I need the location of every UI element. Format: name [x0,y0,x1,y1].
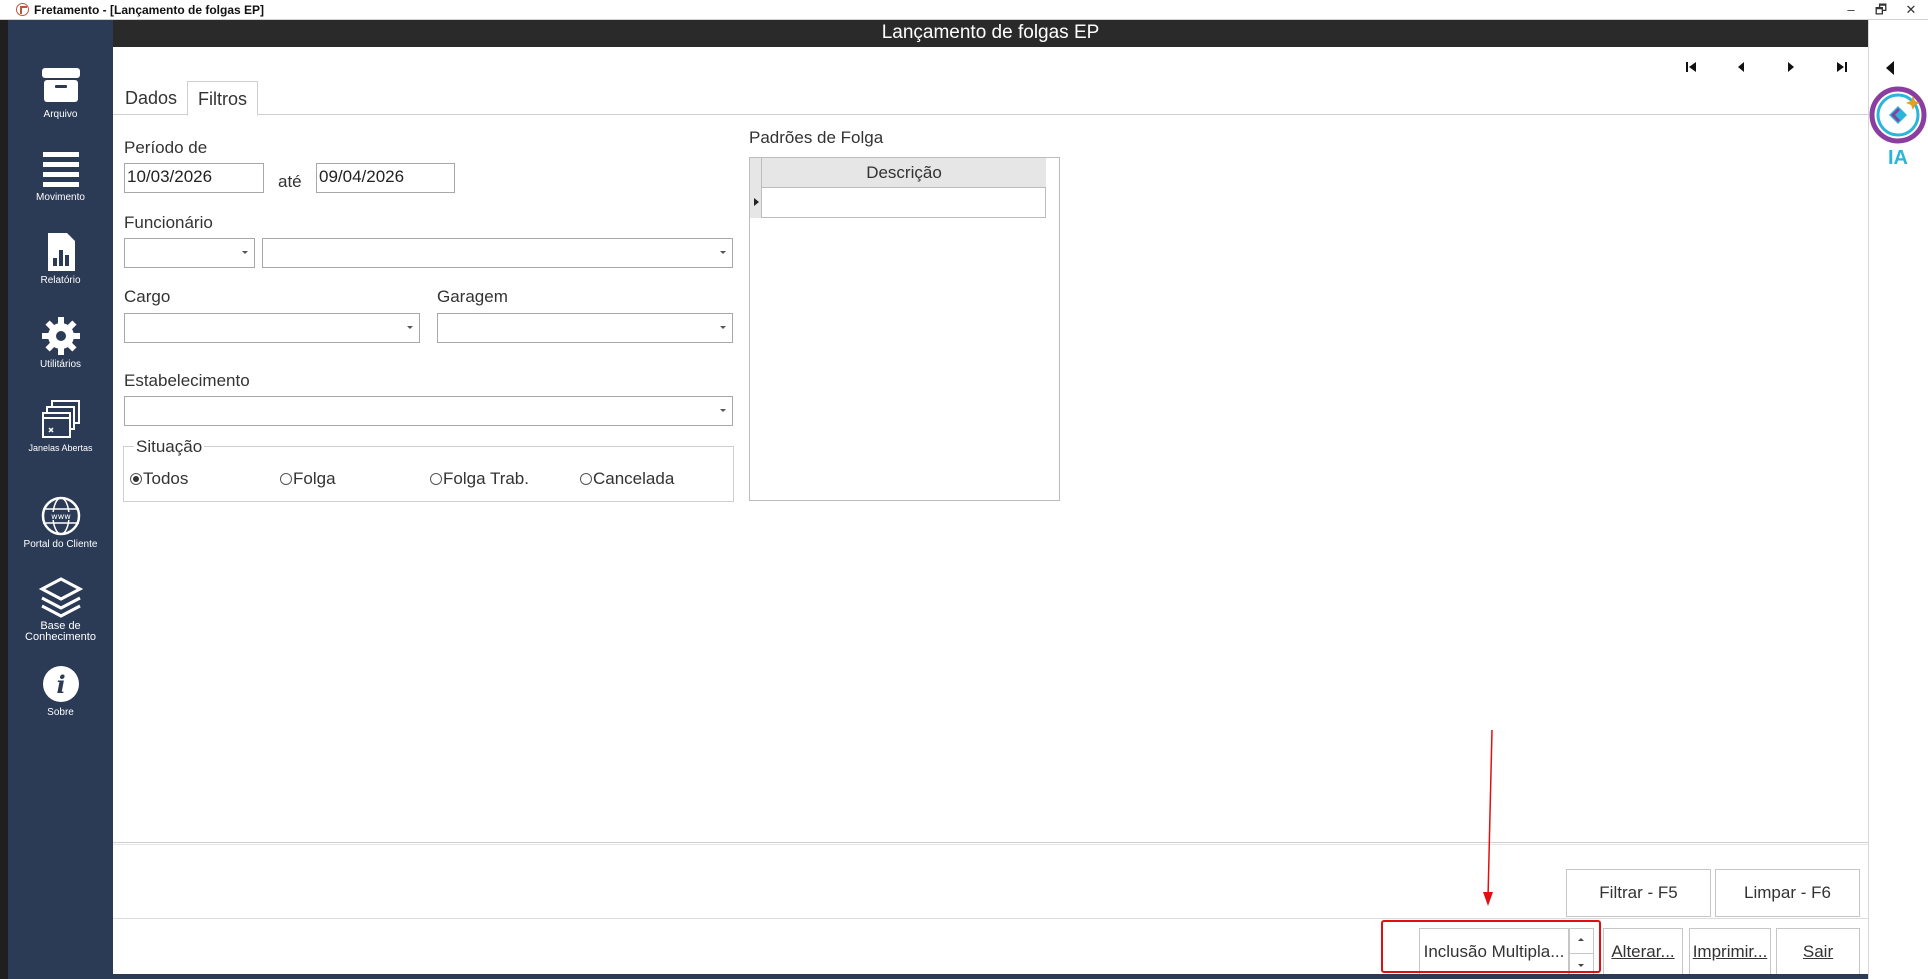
minimize-button[interactable]: – [1836,0,1866,20]
garagem-label: Garagem [437,287,508,306]
restore-button[interactable]: 🗗 [1866,0,1896,20]
ai-sparkle-icon [1869,86,1927,144]
radio-unselected-icon [580,473,592,485]
sidebar-item-relatorio[interactable]: Relatório [8,230,113,286]
sidebar-item-utilitarios[interactable]: Utilitários [8,314,113,370]
sidebar-item-label: Movimento [36,192,85,203]
padroes-grid[interactable]: Descrição [749,157,1060,501]
filtrar-button[interactable]: Filtrar - F5 [1566,869,1711,917]
sidebar-item-label: Base de Conhecimento [25,620,96,643]
sidebar-item-portal-do-cliente[interactable]: www Portal do Cliente [8,494,113,550]
sidebar-item-label: Sobre [47,707,74,718]
padroes-title: Padrões de Folga [749,128,884,147]
previous-record-button[interactable] [1730,57,1752,77]
sidebar-item-base-de-conhecimento[interactable]: Base de Conhecimento [8,576,113,643]
main-panel: Dados Filtros Período de 10/03/2026 até … [113,47,1868,974]
first-record-button[interactable] [1681,57,1703,77]
radio-selected-icon [130,473,142,485]
limpar-button[interactable]: Limpar - F6 [1715,869,1860,917]
last-record-icon [1837,62,1847,72]
cargo-combo[interactable] [124,313,420,343]
next-record-icon [1788,62,1794,72]
last-record-button[interactable] [1830,57,1852,77]
highlight-box [1381,920,1601,973]
chevron-down-icon [720,251,726,254]
current-row-icon [754,198,759,206]
form-title: Lançamento de folgas EP [881,22,1100,43]
chevron-down-icon [720,326,726,329]
annotation-arrow-icon [1483,729,1493,906]
sidebar: Arquivo Movimento Relatório Utilitários … [8,20,113,979]
cargo-label: Cargo [124,287,171,306]
report-chart-icon [39,230,83,274]
gear-icon [39,314,83,358]
estabelecimento-label: Estabelecimento [124,371,250,390]
radio-label: Folga Trab. [443,469,529,488]
sidebar-item-sobre[interactable]: i Sobre [8,662,113,718]
tab-dados[interactable]: Dados [115,81,187,115]
funcionario-name-combo[interactable] [262,238,733,268]
svg-text:i: i [56,670,65,699]
estabelecimento-combo[interactable] [124,396,733,426]
date-from-field[interactable]: 10/03/2026 [124,163,264,193]
radio-label: Folga [293,469,336,488]
app-logo-icon [16,3,29,16]
radio-todos[interactable]: Todos [130,469,188,489]
sair-button[interactable]: Sair [1776,928,1860,976]
globe-www-icon: www [39,494,83,538]
chevron-down-icon [242,251,248,254]
sidebar-item-label: Portal do Cliente [23,539,98,550]
radio-folga-trab[interactable]: Folga Trab. [430,469,529,489]
radio-unselected-icon [430,473,442,485]
app-titlebar: Fretamento - [Lançamento de folgas EP] –… [0,0,1928,20]
layers-icon [38,576,83,620]
sidebar-item-janelas-abertas[interactable]: Janelas Abertas [8,398,113,454]
radio-unselected-icon [280,473,292,485]
svg-text:www: www [51,512,71,521]
windows-icon [39,398,83,442]
alterar-button[interactable]: Alterar... [1603,928,1683,976]
imprimir-button[interactable]: Imprimir... [1689,928,1771,976]
sidebar-item-arquivo[interactable]: Arquivo [8,64,113,120]
ia-label: IA [1888,147,1908,169]
previous-record-icon [1738,62,1744,72]
section-divider [113,918,1868,919]
info-icon: i [39,662,83,706]
chevron-down-icon [407,326,413,329]
collapse-arrow-icon[interactable] [1886,61,1894,75]
tab-filtros[interactable]: Filtros [187,81,258,116]
radio-folga[interactable]: Folga [280,469,336,489]
next-record-button[interactable] [1780,57,1802,77]
form-header: Lançamento de folgas EP [113,20,1868,47]
column-header-descricao[interactable]: Descrição [762,158,1046,188]
archive-icon [39,64,83,108]
radio-label: Cancelada [593,469,675,488]
table-row[interactable] [762,188,1046,218]
situacao-group: Situação Todos Folga Folga Trab. Cancela… [123,437,734,502]
menu-lines-icon [39,147,83,191]
chevron-down-icon [720,409,726,412]
row-indicator [750,158,762,218]
section-divider [113,842,1868,845]
app-title: Fretamento - [Lançamento de folgas EP] [34,3,265,17]
sidebar-item-label: Utilitários [39,359,82,370]
ate-label: até [278,172,302,191]
funcionario-code-combo[interactable] [124,238,255,268]
sidebar-item-label: Arquivo [43,109,78,120]
ia-assistant-button[interactable]: IA [1868,86,1928,170]
sidebar-item-label: Relatório [40,275,81,286]
first-record-icon [1686,62,1696,72]
funcionario-label: Funcionário [124,213,213,232]
radio-label: Todos [143,469,189,488]
periodo-label: Período de [124,138,208,157]
tab-strip: Dados Filtros [113,81,1868,116]
sidebar-item-movimento[interactable]: Movimento [8,147,113,203]
close-window-button[interactable]: ✕ [1896,0,1926,20]
garagem-combo[interactable] [437,313,733,343]
date-to-field[interactable]: 09/04/2026 [316,163,455,193]
bottom-strip [113,974,1868,979]
radio-cancelada[interactable]: Cancelada [580,469,674,489]
situacao-title: Situação [134,437,205,457]
sidebar-item-label: Janelas Abertas [28,443,93,453]
